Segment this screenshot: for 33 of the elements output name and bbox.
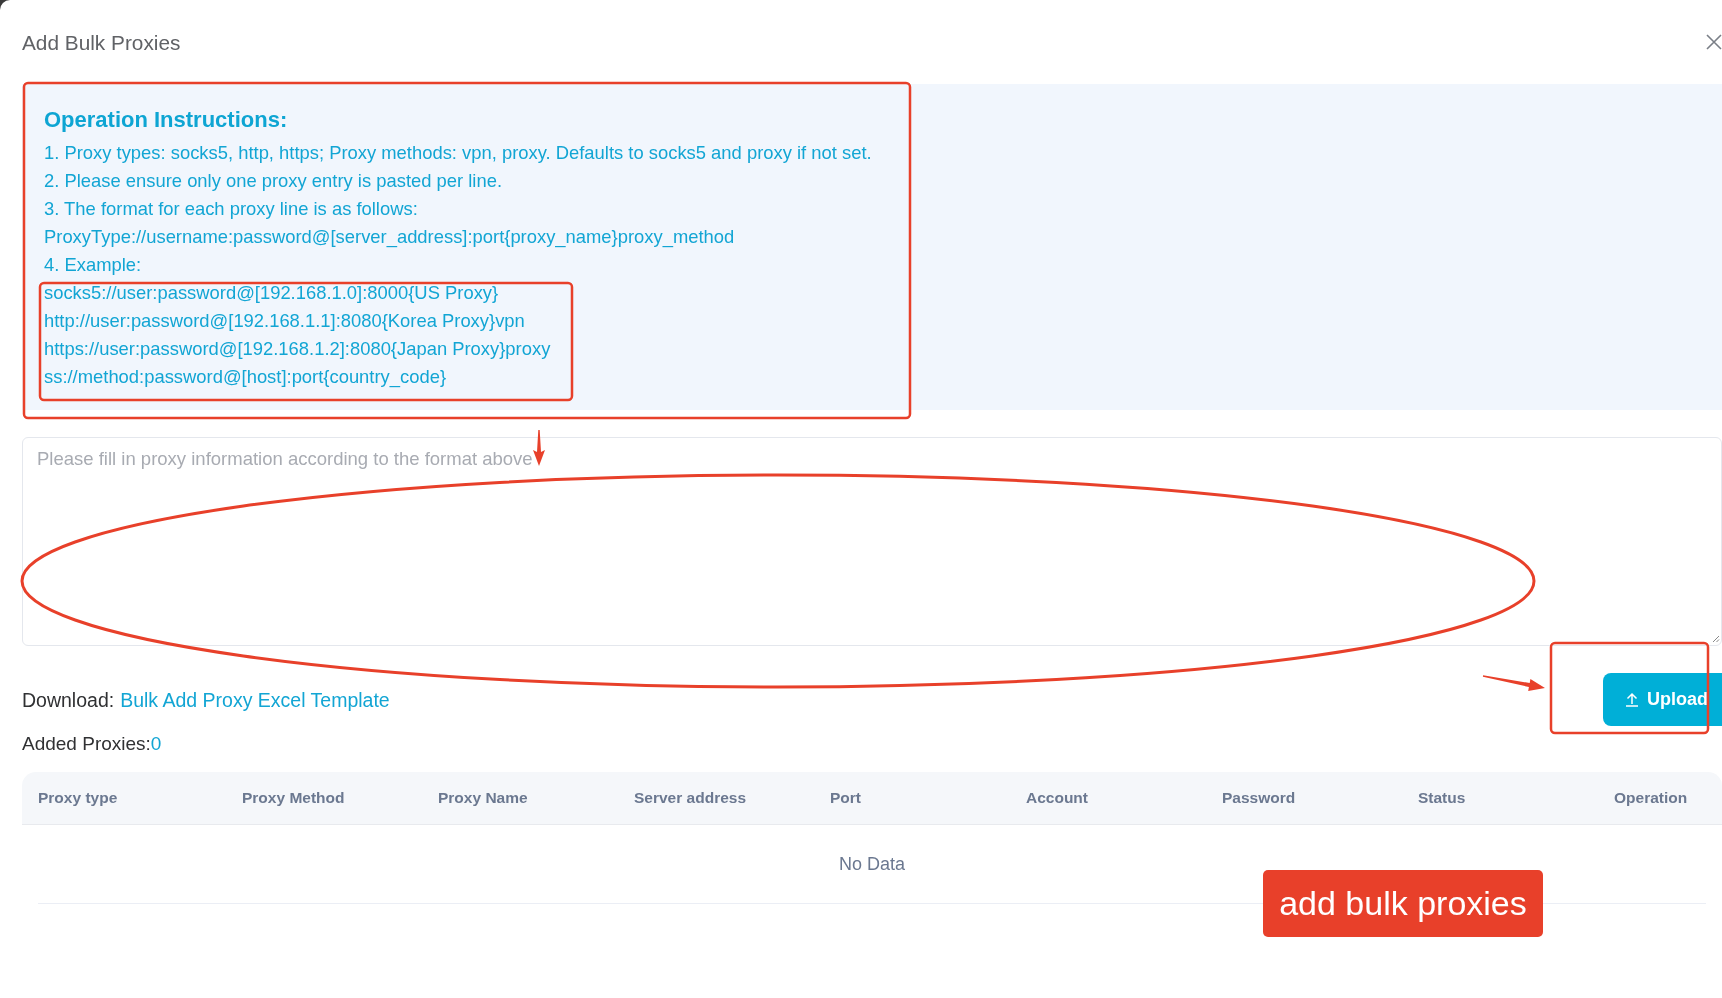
column-header: Proxy Name (437, 788, 528, 809)
upload-button[interactable]: Upload (1603, 673, 1722, 726)
instruction-line: 4. Example: (44, 253, 142, 277)
resize-handle-icon[interactable] (1712, 635, 1720, 643)
instruction-line: ProxyType://username:password@[server_address]:port{proxy_name}proxy_method (44, 225, 735, 250)
annotation-arrow (1482, 675, 1545, 691)
column-header: Account (1025, 788, 1088, 809)
example-line: http://user:password@[192.168.1.1]:8080{Korea Proxy}vpn (44, 309, 525, 333)
dialog-title: Add Bulk Proxies (22, 30, 181, 56)
proxy-input-field[interactable]: Please fill in proxy information according to the format above (22, 437, 1722, 646)
column-header: Proxy Method (241, 788, 345, 809)
column-header: Server address (633, 788, 747, 809)
column-header: Status (1417, 788, 1466, 809)
instruction-line: 2. Please ensure only one proxy entry is pasted per line. (44, 169, 502, 193)
download-label: Download: (22, 687, 115, 713)
example-line: socks5://user:password@[192.168.1.0]:8000{US Proxy} (44, 281, 499, 305)
column-header: Password (1221, 788, 1296, 809)
column-header: Operation (1613, 788, 1688, 809)
column-header: Proxy type (37, 788, 118, 809)
instruction-line: 3. The format for each proxy line is as follows: (44, 197, 418, 221)
template-link[interactable]: Bulk Add Proxy Excel Template (120, 686, 390, 713)
annotation-arrow (533, 430, 545, 466)
added-proxies-label: Added Proxies: (22, 732, 151, 756)
added-proxies-count: 0 (150, 732, 162, 756)
close-icon[interactable] (1706, 34, 1722, 50)
example-line: ss://method:password@[host]:port{country_code} (44, 365, 447, 390)
example-line: https://user:password@[192.168.1.2]:8080{Japan Proxy}proxy (44, 337, 551, 361)
empty-text: No Data (838, 852, 905, 876)
column-header: Port (829, 788, 861, 809)
annotation-label: add bulk proxies (1263, 870, 1543, 937)
upload-icon (1625, 692, 1639, 707)
instructions-heading: Operation Instructions: (44, 106, 288, 134)
instruction-line: 1. Proxy types: socks5, http, https; Proxy methods: vpn, proxy. Defaults to socks5 and proxy if not set. (44, 141, 872, 165)
